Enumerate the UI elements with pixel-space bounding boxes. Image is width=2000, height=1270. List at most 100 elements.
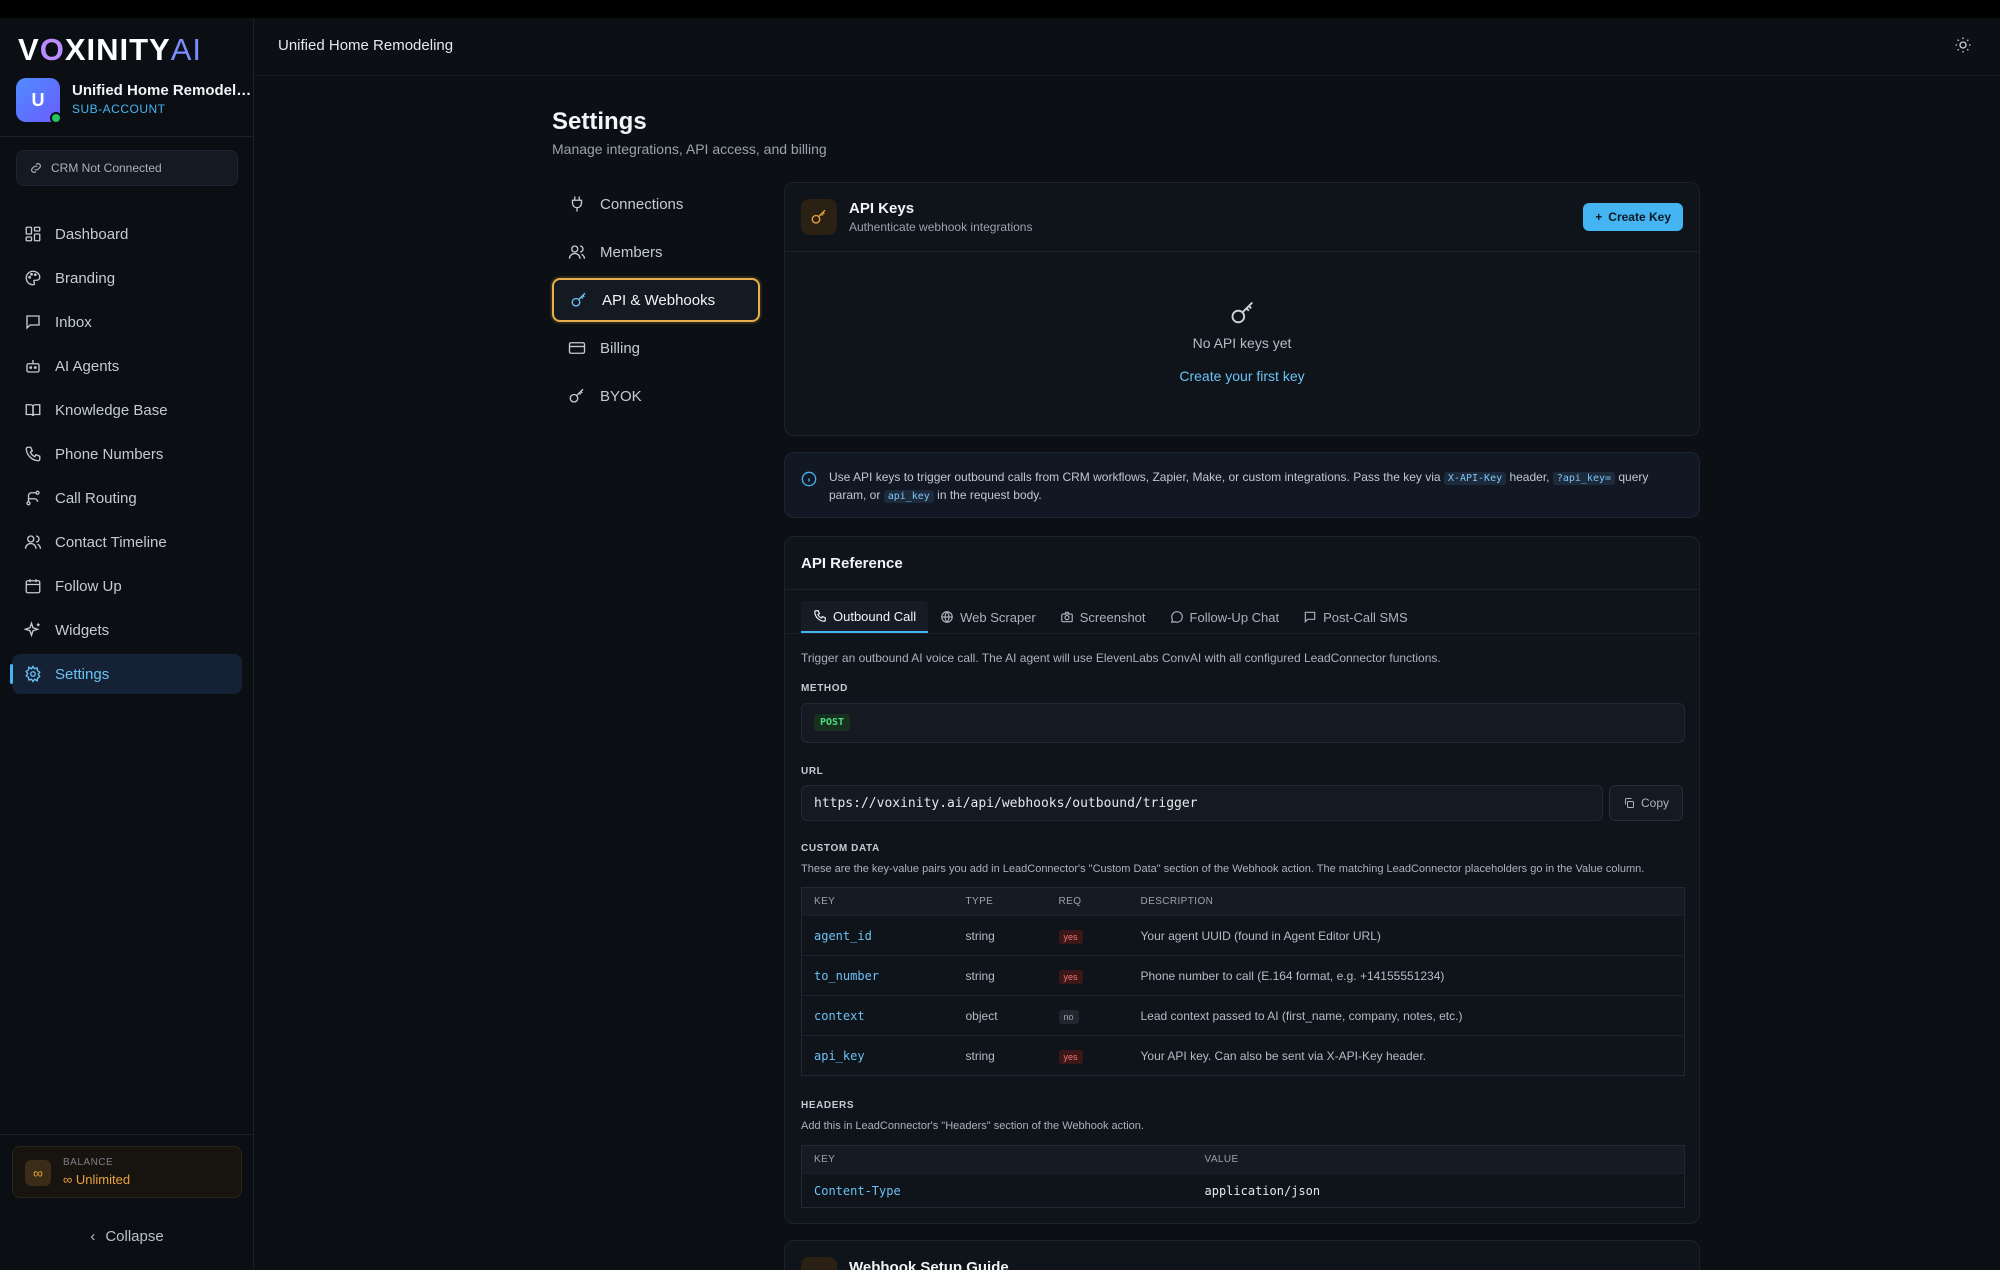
divider — [0, 136, 254, 137]
table-row: context object no Lead context passed to… — [801, 995, 1685, 1036]
empty-state-text: No API keys yet — [1192, 335, 1292, 351]
api-info-callout: Use API keys to trigger outbound calls f… — [784, 452, 1700, 518]
theme-toggle-button[interactable] — [1954, 36, 1976, 58]
balance-value: ∞ Unlimited — [63, 1172, 131, 1187]
users-icon — [568, 245, 586, 259]
url-field[interactable]: https://voxinity.ai/api/webhooks/outboun… — [801, 785, 1603, 821]
chat-bubble-icon — [1170, 611, 1183, 623]
plus-icon: + — [1595, 210, 1603, 224]
custom-data-table: KEY TYPE REQ DESCRIPTION agent_id string… — [801, 887, 1685, 1076]
sidebar-item-label: Branding — [55, 269, 116, 287]
sidebar-item-follow-up[interactable]: Follow Up — [12, 566, 242, 606]
sidebar-item-branding[interactable]: Branding — [12, 258, 242, 298]
settings-tab-members[interactable]: Members — [552, 230, 760, 274]
required-badge: yes — [1058, 929, 1083, 944]
sidebar-item-ai-agents[interactable]: AI Agents — [12, 346, 242, 386]
sidebar-item-label: Dashboard — [55, 225, 129, 243]
sidebar: VOXINITYAI U Unified Home Remodeli... SU… — [0, 18, 254, 1270]
sidebar-item-contact-timeline[interactable]: Contact Timeline — [12, 522, 242, 562]
sparkles-icon — [24, 621, 40, 638]
settings-tab-byok[interactable]: BYOK — [552, 374, 760, 418]
page-subtitle: Manage integrations, API access, and bil… — [552, 141, 827, 157]
create-key-button[interactable]: + Create Key — [1583, 203, 1683, 231]
copy-icon — [1624, 798, 1634, 808]
camera-icon — [1060, 611, 1073, 623]
column-header: VALUE — [1192, 1145, 1685, 1174]
dashboard-icon — [25, 226, 41, 242]
copy-url-button[interactable]: Copy — [1609, 785, 1683, 821]
crm-status-button[interactable]: CRM Not Connected — [16, 150, 238, 186]
collapse-button[interactable]: ‹ Collapse — [0, 1228, 254, 1245]
page-title: Settings — [552, 108, 647, 135]
param-description: Lead context passed to AI (first_name, c… — [1128, 995, 1685, 1036]
url-label: URL — [801, 766, 824, 777]
api-reference-title: API Reference — [801, 555, 903, 572]
create-first-key-link[interactable]: Create your first key — [785, 368, 1699, 384]
sidebar-item-phone-numbers[interactable]: Phone Numbers — [12, 434, 242, 474]
headers-label: HEADERS — [801, 1100, 855, 1111]
required-badge: yes — [1058, 969, 1083, 984]
sidebar-item-settings[interactable]: Settings — [10, 654, 242, 694]
inbox-icon — [26, 315, 40, 330]
sidebar-item-call-routing[interactable]: Call Routing — [12, 478, 242, 518]
window-top-bar — [0, 0, 2000, 18]
settings-tab-api-webhooks[interactable]: API & Webhooks — [552, 278, 760, 322]
sidebar-item-widgets[interactable]: Widgets — [12, 610, 242, 650]
sun-icon — [1955, 37, 1971, 53]
tab-screenshot[interactable]: Screenshot — [1048, 601, 1158, 633]
param-type: string — [953, 955, 1047, 996]
credit-card-icon — [568, 342, 586, 354]
infinity-icon: ∞ — [63, 1172, 73, 1187]
divider — [785, 251, 1699, 252]
book-icon — [25, 404, 41, 417]
custom-data-label: CUSTOM DATA — [801, 843, 880, 854]
param-key: context — [801, 995, 954, 1036]
divider — [785, 589, 1699, 590]
column-header: DESCRIPTION — [1128, 887, 1685, 916]
divider — [0, 1134, 254, 1135]
param-key: api_key — [801, 1035, 954, 1076]
param-type: string — [953, 915, 1047, 956]
endpoint-description: Trigger an outbound AI voice call. The A… — [801, 651, 1441, 665]
balance-label: BALANCE — [63, 1157, 114, 1168]
param-description: Phone number to call (E.164 format, e.g.… — [1128, 955, 1685, 996]
sidebar-item-knowledge-base[interactable]: Knowledge Base — [12, 390, 242, 430]
settings-tab-connections[interactable]: Connections — [552, 182, 760, 226]
table-header-row: KEY VALUE — [801, 1145, 1685, 1174]
table-header-row: KEY TYPE REQ DESCRIPTION — [801, 887, 1685, 916]
sidebar-item-inbox[interactable]: Inbox — [12, 302, 242, 342]
account-switcher[interactable]: U Unified Home Remodeli... SUB-ACCOUNT — [16, 78, 252, 124]
robot-icon — [26, 360, 40, 373]
calendar-icon — [25, 579, 41, 594]
column-header: KEY — [801, 887, 954, 916]
key-icon — [1229, 299, 1257, 327]
sidebar-item-label: Contact Timeline — [55, 533, 167, 551]
tab-web-scraper[interactable]: Web Scraper — [928, 601, 1048, 633]
method-badge: POST — [814, 714, 851, 731]
balance-card[interactable]: ∞ BALANCE ∞ Unlimited — [12, 1146, 242, 1198]
sidebar-item-dashboard[interactable]: Dashboard — [12, 214, 242, 254]
api-keys-title: API Keys — [849, 200, 915, 217]
phone-icon — [25, 446, 41, 462]
tab-outbound-call[interactable]: Outbound Call — [801, 601, 929, 633]
method-field: POST — [801, 703, 1685, 743]
logo[interactable]: VOXINITYAI — [18, 32, 202, 68]
tab-post-call-sms[interactable]: Post-Call SMS — [1291, 601, 1420, 633]
tab-follow-up-chat[interactable]: Follow-Up Chat — [1158, 601, 1292, 633]
table-row: api_key string yes Your API key. Can als… — [801, 1035, 1685, 1076]
api-reference-tabs: Outbound Call Web Scraper Screenshot Fol… — [801, 601, 1420, 633]
sidebar-item-label: Phone Numbers — [55, 445, 164, 463]
sidebar-item-label: Inbox — [55, 313, 92, 331]
palette-icon — [25, 270, 41, 286]
header-key: Content-Type — [801, 1173, 1193, 1208]
globe-icon — [941, 611, 953, 623]
url-value: https://voxinity.ai/api/webhooks/outboun… — [814, 796, 1198, 811]
api-info-text: Use API keys to trigger outbound calls f… — [829, 470, 1649, 503]
param-description: Your agent UUID (found in Agent Editor U… — [1128, 915, 1685, 956]
message-icon — [1304, 611, 1316, 624]
routing-icon — [26, 490, 40, 506]
header-value: application/json — [1192, 1173, 1685, 1208]
settings-tab-billing[interactable]: Billing — [552, 326, 760, 370]
divider — [785, 633, 1699, 634]
table-row: to_number string yes Phone number to cal… — [801, 955, 1685, 996]
